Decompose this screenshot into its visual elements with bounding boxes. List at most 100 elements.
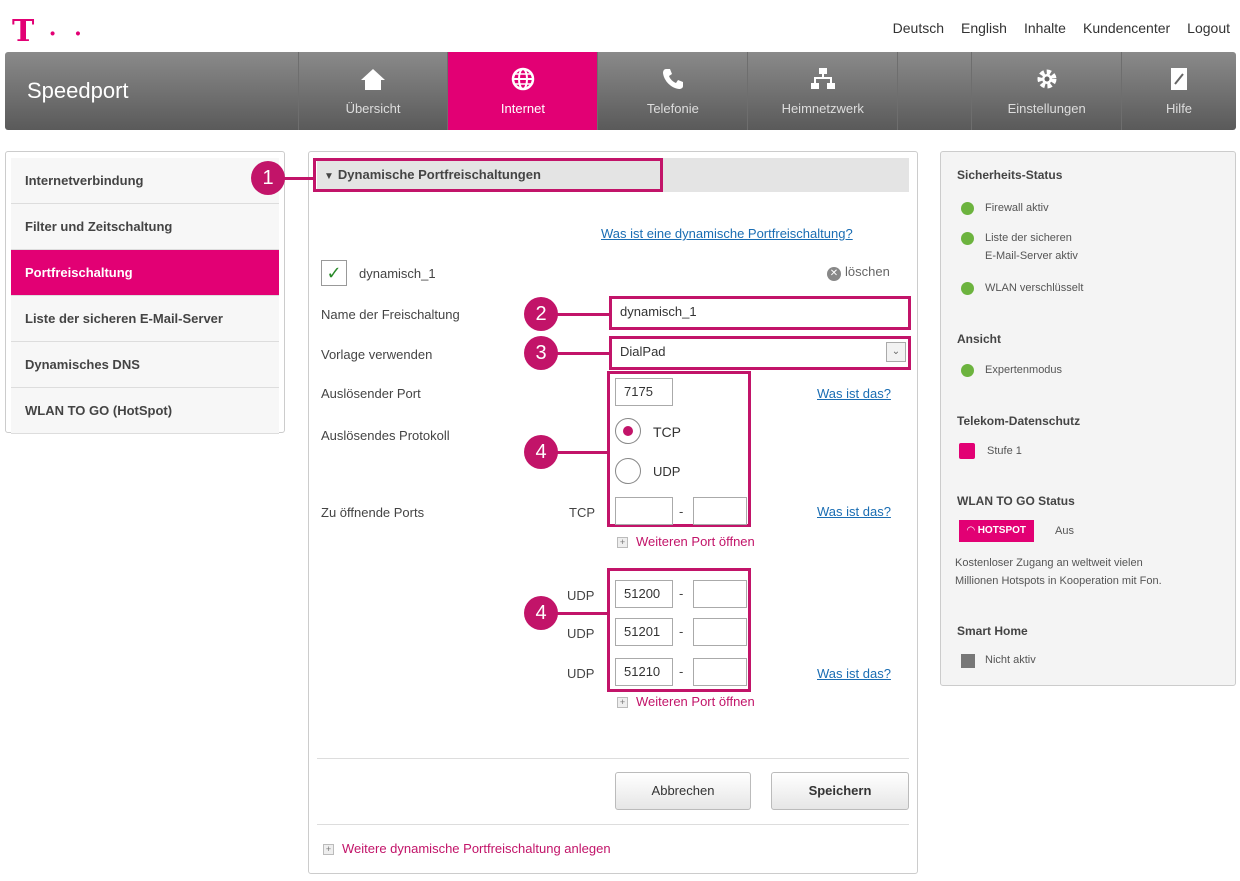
- protocol-udp-radio[interactable]: [615, 458, 641, 484]
- inhalte-link[interactable]: Inhalte: [1024, 20, 1066, 36]
- nav-heimnetzwerk[interactable]: Heimnetzwerk: [747, 52, 897, 130]
- lang-deutsch-link[interactable]: Deutsch: [893, 20, 944, 36]
- kundencenter-link[interactable]: Kundencenter: [1083, 20, 1170, 36]
- callout-line-4a: [556, 451, 610, 454]
- nav-internet[interactable]: Internet: [447, 52, 598, 130]
- plus-icon: +: [323, 844, 334, 855]
- save-button[interactable]: Speichern: [771, 772, 909, 810]
- nav-uebersicht-label: Übersicht: [345, 100, 401, 116]
- name-input[interactable]: dynamisch_1: [612, 299, 908, 327]
- trigger-port-help-link[interactable]: Was ist das?: [817, 386, 891, 401]
- dynamic-port-help-link[interactable]: Was ist eine dynamische Portfreischaltun…: [601, 226, 853, 241]
- udp-port2-from-input[interactable]: 51201: [615, 618, 673, 646]
- logout-link[interactable]: Logout: [1187, 20, 1230, 36]
- sidebar-item-internetverbindung[interactable]: Internetverbindung: [11, 158, 279, 204]
- chevron-down-icon[interactable]: ⌄: [886, 342, 906, 362]
- callout-badge-2: 2: [524, 297, 558, 331]
- callout-badge-4b: 4: [524, 596, 558, 630]
- mail-server-status-line1: Liste der sicheren: [985, 232, 1072, 244]
- open-ports-label: Zu öffnende Ports: [321, 505, 425, 520]
- mail-server-status-line2: E-Mail-Server aktiv: [985, 250, 1078, 262]
- smart-home-title: Smart Home: [957, 624, 1028, 638]
- tcp-ports-proto: TCP: [569, 505, 595, 520]
- sidebar-item-portfreischaltung[interactable]: Portfreischaltung: [11, 250, 279, 296]
- add-udp-port-label: Weiteren Port öffnen: [636, 694, 755, 709]
- logo-t: T: [12, 14, 37, 49]
- trigger-port-label: Auslösender Port: [321, 386, 421, 401]
- rule-name-label: dynamisch_1: [359, 266, 436, 281]
- wifi-icon: ◠: [967, 525, 975, 536]
- udp-row1-proto: UDP: [567, 588, 595, 603]
- status-ok-icon: [961, 364, 974, 377]
- sidebar-item-filter[interactable]: Filter und Zeitschaltung: [11, 204, 279, 250]
- home-icon: [360, 67, 386, 95]
- main-content: ▼ Dynamische Portfreischaltungen Was ist …: [308, 151, 918, 874]
- view-title: Ansicht: [957, 332, 1002, 346]
- add-udp-port-link[interactable]: + Weiteren Port öffnen: [617, 694, 755, 709]
- template-select[interactable]: DialPad ⌄: [612, 339, 908, 367]
- udp-port1-to-input[interactable]: [693, 580, 747, 608]
- tcp-port-from-input[interactable]: [615, 497, 673, 525]
- nav-spacer: [897, 52, 971, 130]
- delete-label: löschen: [845, 264, 890, 279]
- hotspot-badge-label: HOTSPOT: [977, 525, 1027, 536]
- nav-heimnetzwerk-label: Heimnetzwerk: [781, 100, 864, 116]
- collapse-triangle-icon: ▼: [324, 171, 334, 182]
- open-ports-help-link[interactable]: Was ist das?: [817, 504, 891, 519]
- udp-port3-to-input[interactable]: [693, 658, 747, 686]
- nav-internet-label: Internet: [500, 100, 545, 116]
- nav-uebersicht[interactable]: Übersicht: [297, 52, 448, 130]
- status-panel: Sicherheits-Status Firewall aktiv Liste …: [940, 151, 1236, 686]
- callout-badge-3: 3: [524, 336, 558, 370]
- udp-ports-help-link[interactable]: Was ist das?: [817, 666, 891, 681]
- udp-port3-from-input[interactable]: 51210: [615, 658, 673, 686]
- name-label: Name der Freischaltung: [321, 307, 460, 322]
- gear-icon: [1035, 67, 1059, 95]
- telekom-logo[interactable]: T · ·: [12, 14, 87, 49]
- section-title[interactable]: ▼ Dynamische Portfreischaltungen: [313, 158, 663, 192]
- sidebar-item-wlan-to-go[interactable]: WLAN TO GO (HotSpot): [11, 388, 279, 434]
- lang-english-link[interactable]: English: [961, 20, 1007, 36]
- main-navigation-bar: Speedport Übersicht Internet Telefonie H…: [5, 52, 1236, 130]
- wlan-status: WLAN verschlüsselt: [985, 282, 1084, 294]
- nav-einstellungen-label: Einstellungen: [1007, 100, 1086, 116]
- nav-einstellungen[interactable]: Einstellungen: [971, 52, 1121, 130]
- template-label: Vorlage verwenden: [321, 347, 433, 362]
- add-tcp-port-link[interactable]: + Weiteren Port öffnen: [617, 534, 755, 549]
- plus-icon: +: [617, 697, 628, 708]
- help-icon: [1169, 67, 1189, 95]
- expert-mode-status[interactable]: Expertenmodus: [985, 361, 1062, 379]
- udp-port2-to-input[interactable]: [693, 618, 747, 646]
- udp-port1-dash: -: [679, 586, 684, 601]
- cancel-button[interactable]: Abbrechen: [615, 772, 751, 810]
- add-dynamic-rule-label: Weitere dynamische Portfreischaltung anl…: [342, 841, 611, 856]
- privacy-level[interactable]: Stufe 1: [987, 442, 1022, 460]
- hotspot-description-line1: Kostenloser Zugang an weltweit vielen: [955, 557, 1143, 569]
- protocol-tcp-label: TCP: [653, 424, 681, 440]
- nav-hilfe-label: Hilfe: [1166, 100, 1193, 116]
- udp-port3-dash: -: [679, 664, 684, 679]
- smart-home-state: Nicht aktiv: [985, 654, 1036, 666]
- nav-hilfe[interactable]: Hilfe: [1121, 52, 1236, 130]
- protocol-tcp-radio[interactable]: [615, 418, 641, 444]
- sidebar: Internetverbindung Filter und Zeitschalt…: [5, 151, 285, 434]
- sidebar-item-email-server[interactable]: Liste der sicheren E-Mail-Server: [11, 296, 279, 342]
- plus-icon: +: [617, 537, 628, 548]
- callout-line-1: [283, 177, 313, 180]
- udp-port1-from-input[interactable]: 51200: [615, 580, 673, 608]
- delete-icon: ✕: [827, 267, 841, 281]
- add-dynamic-rule-link[interactable]: + Weitere dynamische Portfreischaltung an…: [323, 841, 611, 856]
- callout-line-4b: [556, 612, 610, 615]
- tcp-port-to-input[interactable]: [693, 497, 747, 525]
- globe-icon: [511, 67, 535, 95]
- sidebar-item-dyndns[interactable]: Dynamisches DNS: [11, 342, 279, 388]
- firewall-status: Firewall aktiv: [985, 202, 1049, 214]
- template-select-highlight: DialPad ⌄: [609, 336, 911, 370]
- nav-telefonie[interactable]: Telefonie: [597, 52, 747, 130]
- rule-enabled-checkbox[interactable]: ✓: [321, 260, 347, 286]
- udp-row2-proto: UDP: [567, 626, 595, 641]
- add-tcp-port-label: Weiteren Port öffnen: [636, 534, 755, 549]
- trigger-port-input[interactable]: 7175: [615, 378, 673, 406]
- status-ok-icon: [961, 232, 974, 245]
- delete-rule-button[interactable]: ✕ löschen: [827, 264, 890, 281]
